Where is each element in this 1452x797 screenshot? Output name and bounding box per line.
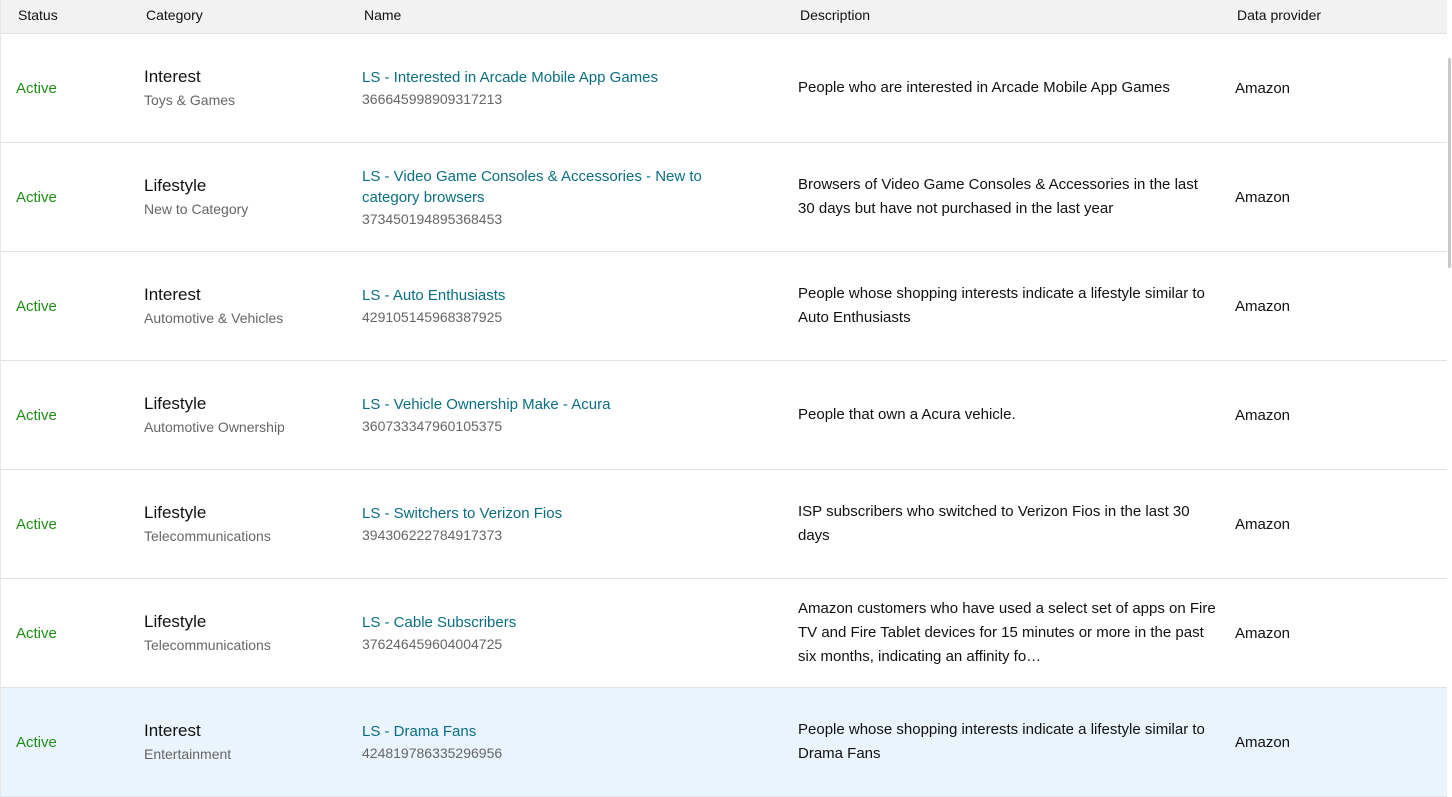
category-subtitle: Automotive & Vehicles bbox=[144, 310, 284, 326]
page: Status Category Name Description Data pr… bbox=[0, 0, 1452, 797]
status-text: Active bbox=[16, 515, 57, 533]
audience-id: 366645998909317213 bbox=[362, 91, 503, 107]
data-provider: Amazon bbox=[1235, 515, 1291, 533]
status-text: Active bbox=[16, 79, 57, 97]
audience-description: Amazon customers who have used a select … bbox=[798, 600, 1216, 665]
table-header: Status Category Name Description Data pr… bbox=[1, 0, 1447, 34]
audience-description: People that own a Acura vehicle. bbox=[798, 406, 1016, 423]
category-title: Interest bbox=[144, 285, 201, 304]
category-subtitle: Telecommunications bbox=[144, 637, 271, 653]
audience-id: 360733347960105375 bbox=[362, 418, 503, 434]
audience-table: Status Category Name Description Data pr… bbox=[0, 0, 1447, 797]
category-title: Lifestyle bbox=[144, 612, 207, 631]
status-text: Active bbox=[16, 188, 57, 206]
audience-name-link[interactable]: LS - Interested in Arcade Mobile App Gam… bbox=[362, 67, 762, 88]
audience-name-link[interactable]: LS - Video Game Consoles & Accessories -… bbox=[362, 166, 762, 208]
category-title: Interest bbox=[144, 67, 201, 86]
table-row[interactable]: Active Lifestyle Telecommunications LS -… bbox=[1, 579, 1447, 688]
audience-name-link[interactable]: LS - Drama Fans bbox=[362, 721, 762, 742]
audience-description: ISP subscribers who switched to Verizon … bbox=[798, 503, 1190, 544]
audience-id: 373450194895368453 bbox=[362, 210, 503, 227]
audience-name-link[interactable]: LS - Vehicle Ownership Make - Acura bbox=[362, 394, 762, 415]
audience-name-link[interactable]: LS - Switchers to Verizon Fios bbox=[362, 503, 762, 524]
scrollbar-thumb[interactable] bbox=[1448, 58, 1451, 268]
column-header-status[interactable]: Status bbox=[18, 7, 58, 23]
column-header-name[interactable]: Name bbox=[364, 7, 401, 23]
data-provider: Amazon bbox=[1235, 624, 1291, 642]
audience-name-link[interactable]: LS - Cable Subscribers bbox=[362, 612, 762, 633]
category-title: Lifestyle bbox=[144, 176, 207, 195]
data-provider: Amazon bbox=[1235, 406, 1291, 424]
table-row[interactable]: Active Interest Entertainment LS - Drama… bbox=[1, 688, 1447, 797]
audience-description: People who are interested in Arcade Mobi… bbox=[798, 79, 1170, 96]
data-provider: Amazon bbox=[1235, 733, 1291, 751]
table-row[interactable]: Active Interest Toys & Games LS - Intere… bbox=[1, 34, 1447, 143]
category-title: Lifestyle bbox=[144, 503, 207, 522]
table-row[interactable]: Active Lifestyle New to Category LS - Vi… bbox=[1, 143, 1447, 252]
status-text: Active bbox=[16, 733, 57, 751]
data-provider: Amazon bbox=[1235, 188, 1291, 206]
column-header-description[interactable]: Description bbox=[800, 7, 870, 23]
column-header-data-provider[interactable]: Data provider bbox=[1237, 7, 1321, 23]
category-subtitle: Entertainment bbox=[144, 746, 232, 762]
audience-description: Browsers of Video Game Consoles & Access… bbox=[798, 176, 1198, 217]
audience-description: People whose shopping interests indicate… bbox=[798, 285, 1205, 326]
vertical-scrollbar[interactable] bbox=[1447, 34, 1452, 797]
column-header-category[interactable]: Category bbox=[146, 7, 203, 23]
table-body: Active Interest Toys & Games LS - Intere… bbox=[1, 34, 1447, 797]
audience-id: 424819786335296956 bbox=[362, 745, 503, 761]
data-provider: Amazon bbox=[1235, 297, 1291, 315]
table-row[interactable]: Active Interest Automotive & Vehicles LS… bbox=[1, 252, 1447, 361]
category-subtitle: Telecommunications bbox=[144, 528, 271, 544]
category-subtitle: New to Category bbox=[144, 201, 249, 217]
audience-id: 394306222784917373 bbox=[362, 527, 503, 543]
category-subtitle: Toys & Games bbox=[144, 92, 236, 108]
status-text: Active bbox=[16, 297, 57, 315]
table-row[interactable]: Active Lifestyle Telecommunications LS -… bbox=[1, 470, 1447, 579]
audience-id: 376246459604004725 bbox=[362, 636, 503, 652]
status-text: Active bbox=[16, 624, 57, 642]
category-title: Lifestyle bbox=[144, 394, 207, 413]
table-row[interactable]: Active Lifestyle Automotive Ownership LS… bbox=[1, 361, 1447, 470]
category-title: Interest bbox=[144, 721, 201, 740]
data-provider: Amazon bbox=[1235, 79, 1291, 97]
category-subtitle: Automotive Ownership bbox=[144, 419, 285, 435]
status-text: Active bbox=[16, 406, 57, 424]
audience-name-link[interactable]: LS - Auto Enthusiasts bbox=[362, 285, 762, 306]
audience-id: 429105145968387925 bbox=[362, 309, 503, 325]
audience-description: People whose shopping interests indicate… bbox=[798, 721, 1205, 762]
